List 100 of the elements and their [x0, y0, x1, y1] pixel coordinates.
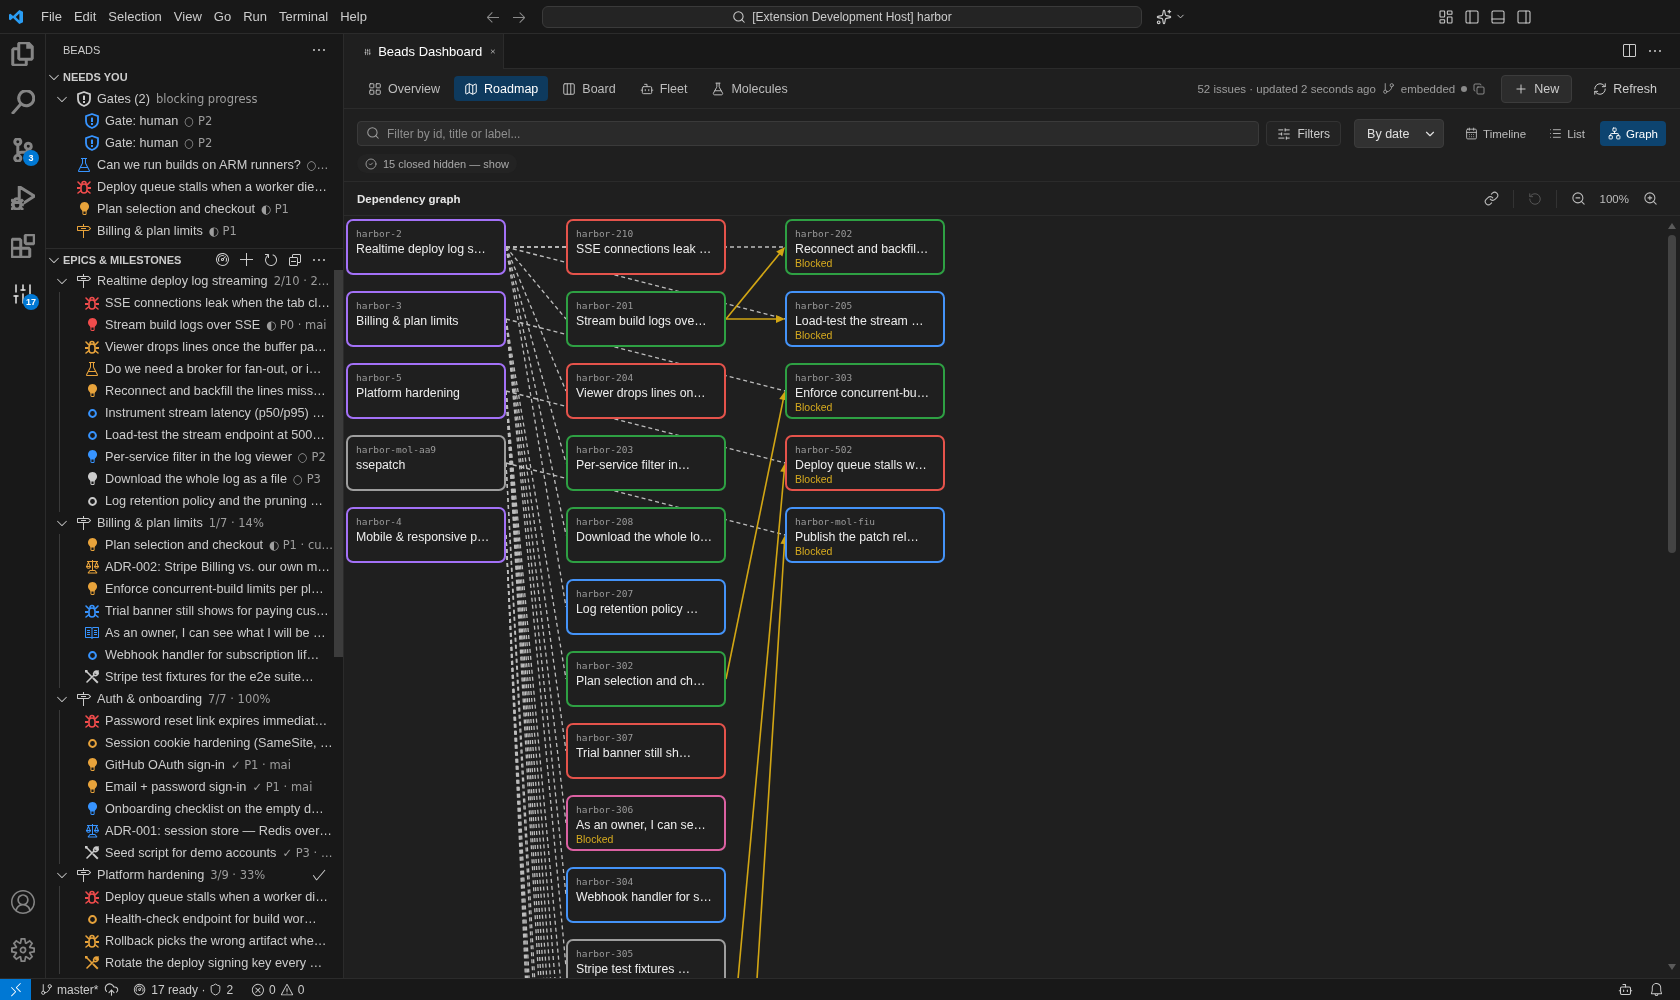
issue-node[interactable]: harbor-210 SSE connections leak …: [566, 219, 726, 275]
source-control-icon[interactable]: [10, 138, 35, 162]
tree-item-label[interactable]: Gates (2): [97, 92, 150, 106]
tree-item-label[interactable]: Plan selection and checkout: [105, 538, 263, 552]
tree-item-label[interactable]: GitHub OAuth sign-in: [105, 758, 225, 772]
zoom-in-icon[interactable]: [1643, 191, 1658, 206]
tree-item-label[interactable]: Download the whole log as a file: [105, 472, 287, 486]
view-tab[interactable]: Overview: [358, 76, 451, 101]
tree-item-label[interactable]: Auth & onboarding: [97, 692, 203, 706]
tree-item-label[interactable]: Trial banner still shows for paying cus…: [105, 604, 329, 618]
tree-item-label[interactable]: Instrument stream latency (p50/p95) …: [105, 406, 325, 420]
issue-node[interactable]: harbor-204 Viewer drops lines on…: [566, 363, 726, 419]
new-button[interactable]: New: [1501, 74, 1573, 103]
issue-node[interactable]: harbor-304 Webhook handler for s…: [566, 867, 726, 923]
refresh-icon[interactable]: [263, 251, 279, 268]
search-icon[interactable]: [10, 90, 35, 114]
refresh-button[interactable]: Refresh: [1584, 76, 1666, 101]
issue-node[interactable]: harbor-306 As an owner, I can se… Blocked: [566, 795, 726, 851]
issue-node[interactable]: harbor-mol-aa9 ssepatch: [346, 435, 506, 491]
tree-item-label[interactable]: Webhook handler for subscription lif…: [105, 648, 320, 662]
command-center[interactable]: [Extension Development Host] harbor: [542, 5, 1142, 28]
issue-node[interactable]: harbor-302 Plan selection and ch…: [566, 651, 726, 707]
tree-item-label[interactable]: Deploy queue stalls when a worker di…: [105, 890, 328, 904]
collapse-all-icon[interactable]: [287, 251, 303, 268]
issue-node[interactable]: harbor-205 Load-test the stream … Blocked: [785, 291, 945, 347]
issue-node[interactable]: harbor-208 Download the whole lo…: [566, 507, 726, 563]
scrollbar-thumb[interactable]: [334, 270, 343, 657]
scrollbar-thumb[interactable]: [1668, 235, 1676, 553]
menu-item[interactable]: Help: [334, 6, 373, 27]
tree-item-label[interactable]: Gate: human: [105, 136, 179, 150]
filters-button[interactable]: Filters: [1266, 121, 1342, 146]
tree-item-label[interactable]: Plan selection and checkout: [97, 202, 255, 216]
settings-icon[interactable]: [10, 938, 35, 962]
layout-toggle[interactable]: Timeline: [1457, 121, 1535, 146]
view-tab[interactable]: Board: [552, 76, 626, 101]
section-title[interactable]: EPICS & MILESTONES: [63, 253, 182, 266]
tree-item-label[interactable]: Session cookie hardening (SameSite, …: [105, 736, 333, 750]
tree-item-label[interactable]: Password reset link expires immediat…: [105, 714, 328, 728]
files-icon[interactable]: [10, 42, 35, 66]
tree-item-label[interactable]: Stripe test fixtures for the e2e suite…: [105, 670, 314, 684]
tree-item-label[interactable]: Realtime deploy log streaming: [97, 274, 268, 288]
menu-item[interactable]: Run: [237, 6, 273, 27]
sparkles-icon[interactable]: [1156, 8, 1172, 25]
tree-item-label[interactable]: Reconnect and backfill the lines miss…: [105, 384, 326, 398]
section-title[interactable]: NEEDS YOU: [63, 71, 128, 83]
sort-select[interactable]: By date: [1354, 119, 1445, 148]
tree-item-label[interactable]: Billing & plan limits: [97, 516, 203, 530]
issue-node[interactable]: harbor-5 Platform hardening: [346, 363, 506, 419]
tree-item-label[interactable]: Viewer drops lines once the buffer pa…: [105, 340, 327, 354]
panel-right-icon[interactable]: [1516, 8, 1532, 25]
menu-item[interactable]: Selection: [102, 6, 168, 27]
issue-node[interactable]: harbor-307 Trial banner still sh…: [566, 723, 726, 779]
run-debug-icon[interactable]: [10, 186, 35, 210]
zoom-out-icon[interactable]: [1570, 191, 1586, 206]
tree-item-label[interactable]: Email + password sign-in: [105, 780, 247, 794]
split-editor-icon[interactable]: [1621, 43, 1637, 59]
view-tab[interactable]: Roadmap: [454, 76, 549, 101]
issue-node[interactable]: harbor-4 Mobile & responsive p…: [346, 507, 506, 563]
account-icon[interactable]: [10, 890, 35, 914]
show-closed-chip[interactable]: 15 closed hidden — show: [357, 154, 517, 173]
menu-item[interactable]: View: [167, 6, 208, 27]
tree-item-label[interactable]: Deploy queue stalls when a worker die…: [97, 180, 327, 194]
tree-item-label[interactable]: Load-test the stream endpoint at 500…: [105, 428, 326, 442]
tree-item-label[interactable]: ADR-002: Stripe Billing vs. our own m…: [105, 560, 330, 574]
branch-status[interactable]: master*: [34, 982, 105, 997]
add-icon[interactable]: [239, 251, 255, 268]
tree-item-label[interactable]: Enforce concurrent-build limits per pl…: [105, 582, 324, 596]
menu-item[interactable]: File: [35, 6, 68, 27]
issue-node[interactable]: harbor-3 Billing & plan limits: [346, 291, 506, 347]
tree-item-label[interactable]: Onboarding checklist on the empty d…: [105, 802, 324, 816]
panel-bottom-icon[interactable]: [1490, 8, 1506, 25]
copy-icon[interactable]: [1473, 82, 1486, 95]
tree-item-label[interactable]: Health-check endpoint for build wor…: [105, 912, 317, 926]
issue-node[interactable]: harbor-305 Stripe test fixtures …: [566, 939, 726, 978]
tree-item-label[interactable]: Can we run builds on ARM runners?: [97, 158, 301, 172]
tree-item-label[interactable]: ADR-001: session store — Redis over…: [105, 824, 333, 838]
menu-item[interactable]: Edit: [67, 6, 103, 27]
issue-node[interactable]: harbor-303 Enforce concurrent-bu… Blocked: [785, 363, 945, 419]
layout-icon[interactable]: [1438, 8, 1454, 25]
extensions-icon[interactable]: [10, 234, 35, 258]
tree-item-label[interactable]: Billing & plan limits: [97, 224, 203, 238]
problems-status[interactable]: 0 0: [245, 982, 311, 997]
tree-item-label[interactable]: Platform hardening: [97, 868, 205, 882]
link-icon[interactable]: [1483, 191, 1499, 206]
menu-item[interactable]: Terminal: [273, 6, 335, 27]
gauge-icon[interactable]: [215, 251, 231, 268]
menu-item[interactable]: Go: [207, 6, 238, 27]
tree-item-label[interactable]: Rotate the deploy signing key every …: [105, 956, 323, 970]
issue-node[interactable]: harbor-202 Reconnect and backfil… Blocked: [785, 219, 945, 275]
tree-item-label[interactable]: As an owner, I can see what I will be …: [105, 626, 326, 640]
layout-toggle[interactable]: Graph: [1600, 121, 1666, 146]
ready-status[interactable]: 17 ready · 2: [127, 982, 240, 997]
scroll-down-arrow-icon[interactable]: [1668, 964, 1676, 970]
panel-left-icon[interactable]: [1464, 8, 1480, 25]
layout-toggle[interactable]: List: [1541, 121, 1594, 146]
tree-item-label[interactable]: Rollback picks the wrong artifact whe…: [105, 934, 327, 948]
bot-icon[interactable]: [1618, 982, 1633, 997]
tree-item-label[interactable]: Gate: human: [105, 114, 179, 128]
tree-item-label[interactable]: Stream build logs over SSE: [105, 318, 261, 332]
view-tab[interactable]: Fleet: [629, 76, 698, 101]
